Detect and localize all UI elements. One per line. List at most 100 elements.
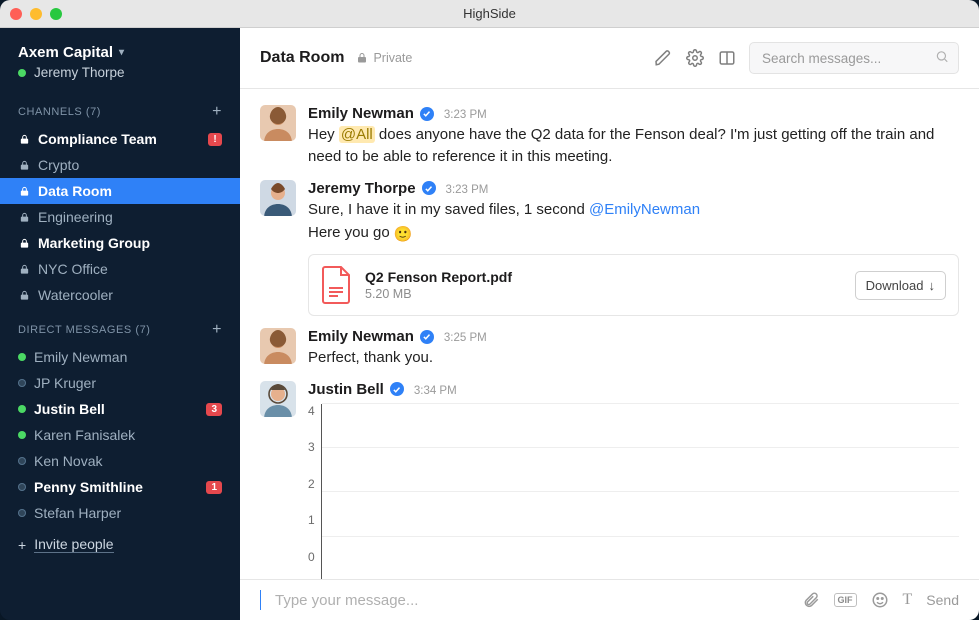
chart-plot xyxy=(321,404,959,579)
channel-label: Data Room xyxy=(38,183,112,199)
add-dm-button[interactable]: + xyxy=(212,322,222,338)
composer-input[interactable] xyxy=(275,592,788,609)
sidebar-dm-item[interactable]: Stefan Harper xyxy=(0,500,240,526)
workspace-switcher[interactable]: Axem Capital ▾ xyxy=(0,40,240,65)
message-text: Here you go 🙂 xyxy=(308,222,959,246)
sidebar-channel-item[interactable]: Watercooler xyxy=(0,282,240,308)
sidebar-channel-item[interactable]: Compliance Team! xyxy=(0,126,240,152)
message-author[interactable]: Justin Bell xyxy=(308,381,384,398)
mention-user[interactable]: @EmilyNewman xyxy=(589,201,700,218)
lock-icon xyxy=(18,160,30,171)
sidebar-dm-item[interactable]: Karen Fanisalek xyxy=(0,422,240,448)
chevron-down-icon: ▾ xyxy=(119,47,124,58)
file-size: 5.20 MB xyxy=(365,287,843,301)
presence-indicator-icon xyxy=(18,379,26,387)
channel-label: Compliance Team xyxy=(38,131,157,147)
verified-badge-icon xyxy=(420,330,434,344)
titlebar: HighSide xyxy=(0,0,979,28)
download-icon: ↓ xyxy=(929,278,936,293)
gif-icon[interactable]: GIF xyxy=(834,593,857,607)
message-timestamp: 3:23 PM xyxy=(446,184,489,196)
emoji-icon[interactable] xyxy=(871,591,889,609)
channels-header-label: CHANNELS (7) xyxy=(18,106,101,118)
verified-badge-icon xyxy=(390,382,404,396)
smile-emoji-icon: 🙂 xyxy=(394,224,413,246)
privacy-label: Private xyxy=(373,51,412,65)
add-channel-button[interactable]: + xyxy=(212,104,222,120)
unread-badge: 1 xyxy=(206,481,222,494)
sidebar-channel-item[interactable]: Data Room xyxy=(0,178,240,204)
sidebar-dm-item[interactable]: Emily Newman xyxy=(0,344,240,370)
message-author[interactable]: Jeremy Thorpe xyxy=(308,180,416,197)
file-name[interactable]: Q2 Fenson Report.pdf xyxy=(365,269,843,285)
sidebar: Axem Capital ▾ Jeremy Thorpe CHANNELS (7… xyxy=(0,28,240,620)
text-caret xyxy=(260,590,261,610)
edit-icon[interactable] xyxy=(653,48,673,68)
channel-label: Watercooler xyxy=(38,287,113,303)
message-timestamp: 3:25 PM xyxy=(444,332,487,344)
avatar[interactable] xyxy=(260,105,296,141)
verified-badge-icon xyxy=(420,107,434,121)
message-timestamp: 3:23 PM xyxy=(444,109,487,121)
y-tick-label: 2 xyxy=(308,477,315,491)
presence-indicator-icon xyxy=(18,405,26,413)
message-text: Hey @All does anyone have the Q2 data fo… xyxy=(308,124,959,168)
chart-y-axis: 4 3 2 1 0 xyxy=(308,404,321,579)
y-tick-label: 3 xyxy=(308,440,315,454)
plus-icon: + xyxy=(18,537,26,553)
dm-label: JP Kruger xyxy=(34,375,96,391)
channel-label: Engineering xyxy=(38,209,113,225)
search-input[interactable] xyxy=(749,42,959,74)
main-panel: Data Room Private xyxy=(240,28,979,620)
y-tick-label: 0 xyxy=(308,550,315,564)
channel-label: Crypto xyxy=(38,157,79,173)
presence-indicator-icon xyxy=(18,353,26,361)
lock-icon xyxy=(18,290,30,301)
formatting-icon[interactable]: T xyxy=(903,591,913,609)
sidebar-dm-item[interactable]: Ken Novak xyxy=(0,448,240,474)
lock-icon xyxy=(18,264,30,275)
dm-label: Stefan Harper xyxy=(34,505,121,521)
mention-all[interactable]: @All xyxy=(339,126,375,143)
lock-icon xyxy=(356,52,368,64)
message-author[interactable]: Emily Newman xyxy=(308,328,414,345)
lock-icon xyxy=(18,212,30,223)
dm-label: Penny Smithline xyxy=(34,479,143,495)
dms-section-header: DIRECT MESSAGES (7) + xyxy=(0,308,240,344)
avatar[interactable] xyxy=(260,180,296,216)
channel-name: Data Room xyxy=(260,49,344,67)
message-timestamp: 3:34 PM xyxy=(414,385,457,397)
window-title: HighSide xyxy=(0,6,979,21)
dm-label: Karen Fanisalek xyxy=(34,427,135,443)
sidebar-dm-item[interactable]: Penny Smithline 1 xyxy=(0,474,240,500)
channel-label: NYC Office xyxy=(38,261,108,277)
sidebar-dm-item[interactable]: Justin Bell3 xyxy=(0,396,240,422)
unread-badge: ! xyxy=(208,133,222,146)
channels-section-header: CHANNELS (7) + xyxy=(0,90,240,126)
details-panel-icon[interactable] xyxy=(717,48,737,68)
presence-indicator-icon xyxy=(18,483,26,491)
channel-header: Data Room Private xyxy=(240,28,979,89)
sidebar-channel-item[interactable]: Engineering xyxy=(0,204,240,230)
y-tick-label: 4 xyxy=(308,404,315,418)
attach-file-icon[interactable] xyxy=(802,591,820,609)
invite-label: Invite people xyxy=(34,536,113,553)
download-button[interactable]: Download ↓ xyxy=(855,271,946,300)
message-list[interactable]: Emily Newman 3:23 PM Hey @All does anyon… xyxy=(240,89,979,579)
send-button[interactable]: Send xyxy=(926,592,959,608)
sidebar-channel-item[interactable]: NYC Office xyxy=(0,256,240,282)
sidebar-dm-item[interactable]: JP Kruger xyxy=(0,370,240,396)
invite-people-button[interactable]: + Invite people xyxy=(0,526,240,563)
current-user-row[interactable]: Jeremy Thorpe xyxy=(0,65,240,90)
message-author[interactable]: Emily Newman xyxy=(308,105,414,122)
gear-icon[interactable] xyxy=(685,48,705,68)
sidebar-channel-item[interactable]: Marketing Group xyxy=(0,230,240,256)
sidebar-channel-item[interactable]: Crypto xyxy=(0,152,240,178)
avatar[interactable] xyxy=(260,381,296,417)
channel-privacy: Private xyxy=(356,51,412,65)
avatar[interactable] xyxy=(260,328,296,364)
y-tick-label: 1 xyxy=(308,513,315,527)
presence-indicator-icon xyxy=(18,431,26,439)
unread-badge: 3 xyxy=(206,403,222,416)
presence-indicator-icon xyxy=(18,457,26,465)
